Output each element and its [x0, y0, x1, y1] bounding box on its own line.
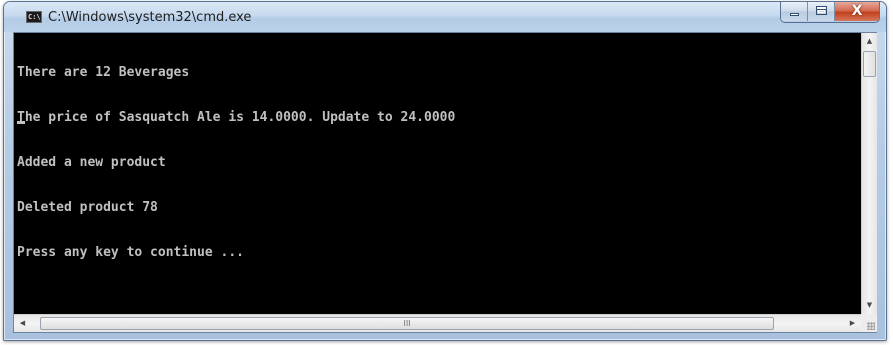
scroll-left-button[interactable]: ◀ — [14, 315, 31, 332]
close-icon: X — [851, 3, 863, 19]
left-arrow-icon: ◀ — [19, 319, 26, 327]
close-button[interactable]: X — [835, 2, 879, 21]
console-client-area: There are 12 Beverages The price of Sasq… — [13, 32, 877, 333]
thumb-grip-icon: III — [403, 319, 411, 328]
maximize-button[interactable] — [808, 2, 835, 21]
resize-grip-icon[interactable] — [867, 322, 875, 330]
up-arrow-icon: ▲ — [866, 37, 873, 45]
horizontal-scroll-thumb[interactable]: III — [40, 317, 774, 330]
vertical-scrollbar[interactable]: ▲ ▼ — [861, 33, 877, 314]
scroll-up-button[interactable]: ▲ — [862, 33, 877, 50]
console-line: There are 12 Beverages — [17, 65, 190, 80]
down-arrow-icon: ▼ — [866, 301, 873, 309]
scroll-right-button[interactable]: ▶ — [844, 315, 861, 332]
maximize-icon — [816, 6, 827, 15]
title-bar[interactable]: C:\ C:\Windows\system32\cmd.exe X — [4, 2, 886, 32]
horizontal-scrollbar[interactable]: ◀ III ▶ — [14, 314, 861, 332]
text-cursor — [17, 121, 25, 124]
window-title: C:\Windows\system32\cmd.exe — [48, 10, 252, 25]
console-line: Added a new product — [17, 155, 166, 170]
console-window: C:\ C:\Windows\system32\cmd.exe X There … — [3, 1, 887, 341]
console-text: There are 12 Beverages The price of Sasq… — [17, 35, 455, 290]
vertical-scroll-thumb[interactable] — [863, 51, 876, 77]
console-line: The price of Sasquatch Ale is 14.0000. U… — [17, 110, 456, 125]
caption-buttons: X — [780, 2, 880, 23]
console-output[interactable]: There are 12 Beverages The price of Sasq… — [14, 33, 861, 314]
scroll-down-button[interactable]: ▼ — [862, 297, 877, 314]
console-line: Deleted product 78 — [17, 200, 158, 215]
right-arrow-icon: ▶ — [849, 319, 856, 327]
console-line: Press any key to continue ... — [17, 245, 244, 260]
scrollbar-corner — [861, 314, 877, 332]
cmd-app-icon[interactable]: C:\ — [26, 11, 42, 23]
minimize-button[interactable] — [781, 2, 808, 21]
minimize-icon — [790, 13, 799, 16]
